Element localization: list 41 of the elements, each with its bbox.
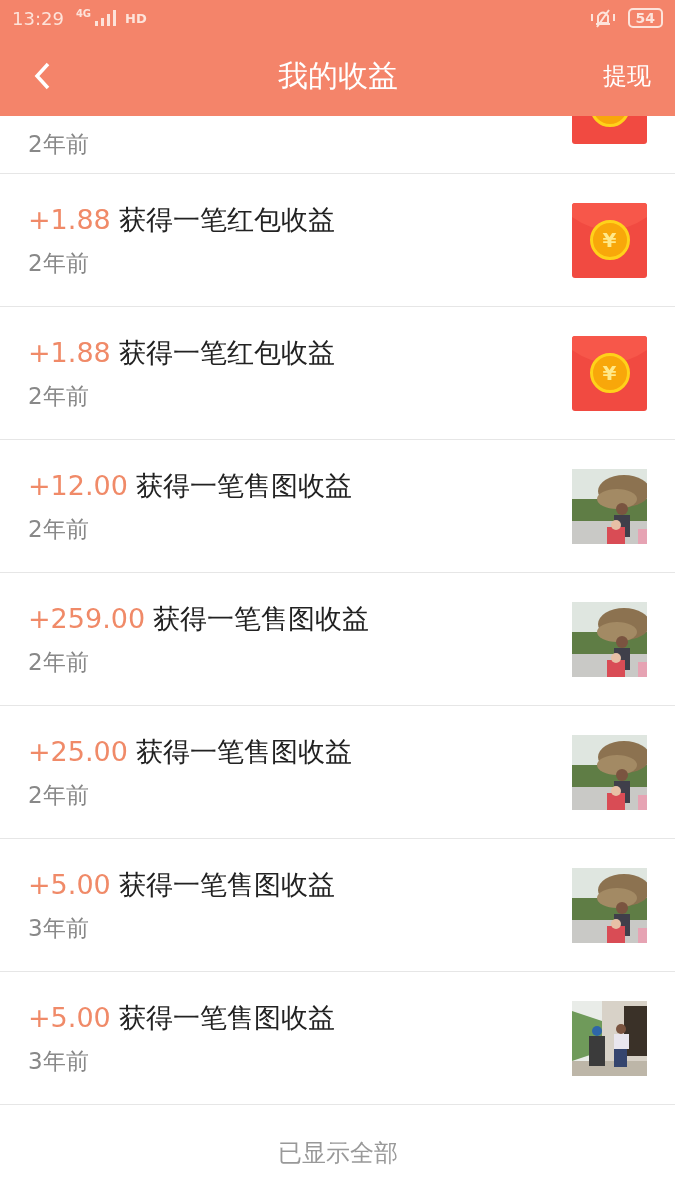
income-amount: +1.88 (28, 336, 111, 368)
income-row[interactable]: +25.00 获得一笔售图收益 2年前 (0, 706, 675, 839)
income-amount: +5.00 (28, 868, 111, 900)
income-title: 获得一笔售图收益 (135, 734, 352, 769)
envelope-icon: ¥ (572, 202, 647, 278)
income-title: 获得一笔售图收益 (118, 867, 335, 902)
envelope-icon: ¥ (572, 335, 647, 411)
income-title: 获得一笔售图收益 (135, 468, 352, 503)
income-row[interactable]: +5.00 获得一笔售图收益 3年前 (0, 972, 675, 1105)
muted-bell-icon (589, 7, 616, 29)
income-time: 3年前 (28, 913, 89, 943)
income-time: 2年前 (28, 647, 89, 677)
income-time: 2年前 (28, 381, 89, 411)
income-time: 2年前 (28, 780, 89, 810)
income-amount: +25.00 (28, 735, 128, 767)
income-row[interactable]: +259.00 获得一笔售图收益 2年前 (0, 573, 675, 706)
income-row[interactable]: +5.00 获得一笔售图收益 3年前 (0, 839, 675, 972)
back-icon[interactable] (34, 62, 50, 90)
income-amount: +5.00 (28, 1001, 111, 1033)
income-row[interactable]: +12.00 获得一笔售图收益 2年前 (0, 440, 675, 573)
battery-level: 54 (627, 8, 663, 28)
signal-icon (95, 10, 118, 26)
income-amount: +259.00 (28, 602, 146, 634)
income-row[interactable]: 2年前 (0, 116, 675, 174)
income-time: 2年前 (28, 248, 89, 278)
hd-label: HD (125, 10, 147, 26)
income-row[interactable]: +1.88 获得一笔红包收益 2年前 ¥ (0, 174, 675, 307)
income-title: 获得一笔售图收益 (153, 601, 370, 636)
network-label: 4G (75, 8, 92, 19)
status-time: 13:29 (12, 7, 64, 29)
income-time: 2年前 (28, 130, 89, 159)
income-time: 2年前 (28, 514, 89, 544)
income-amount: +12.00 (28, 469, 128, 501)
income-row[interactable]: +1.88 获得一笔红包收益 2年前 ¥ (0, 307, 675, 440)
page-title: 我的收益 (277, 56, 398, 95)
income-title: 获得一笔红包收益 (118, 202, 335, 237)
income-amount: +1.88 (28, 203, 111, 235)
end-of-list-text: 已显示全部 (277, 1137, 398, 1169)
income-time: 3年前 (28, 1046, 89, 1076)
income-title: 获得一笔红包收益 (118, 335, 335, 370)
income-title: 获得一笔售图收益 (118, 1000, 335, 1035)
